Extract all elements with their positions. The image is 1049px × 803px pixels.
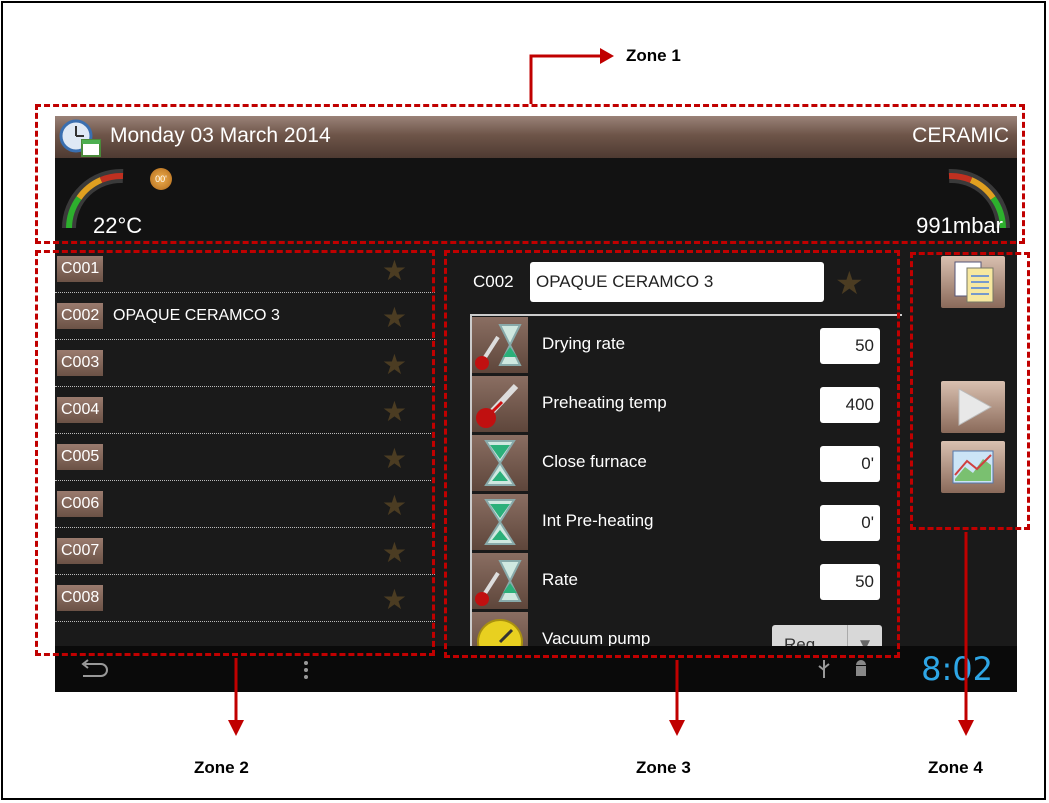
annotation-arrows bbox=[228, 48, 974, 736]
zone-3-label: Zone 3 bbox=[636, 758, 691, 777]
zone-4-label: Zone 4 bbox=[928, 758, 983, 777]
zone-1-label: Zone 1 bbox=[626, 46, 681, 65]
zone-2-label: Zone 2 bbox=[194, 758, 249, 777]
